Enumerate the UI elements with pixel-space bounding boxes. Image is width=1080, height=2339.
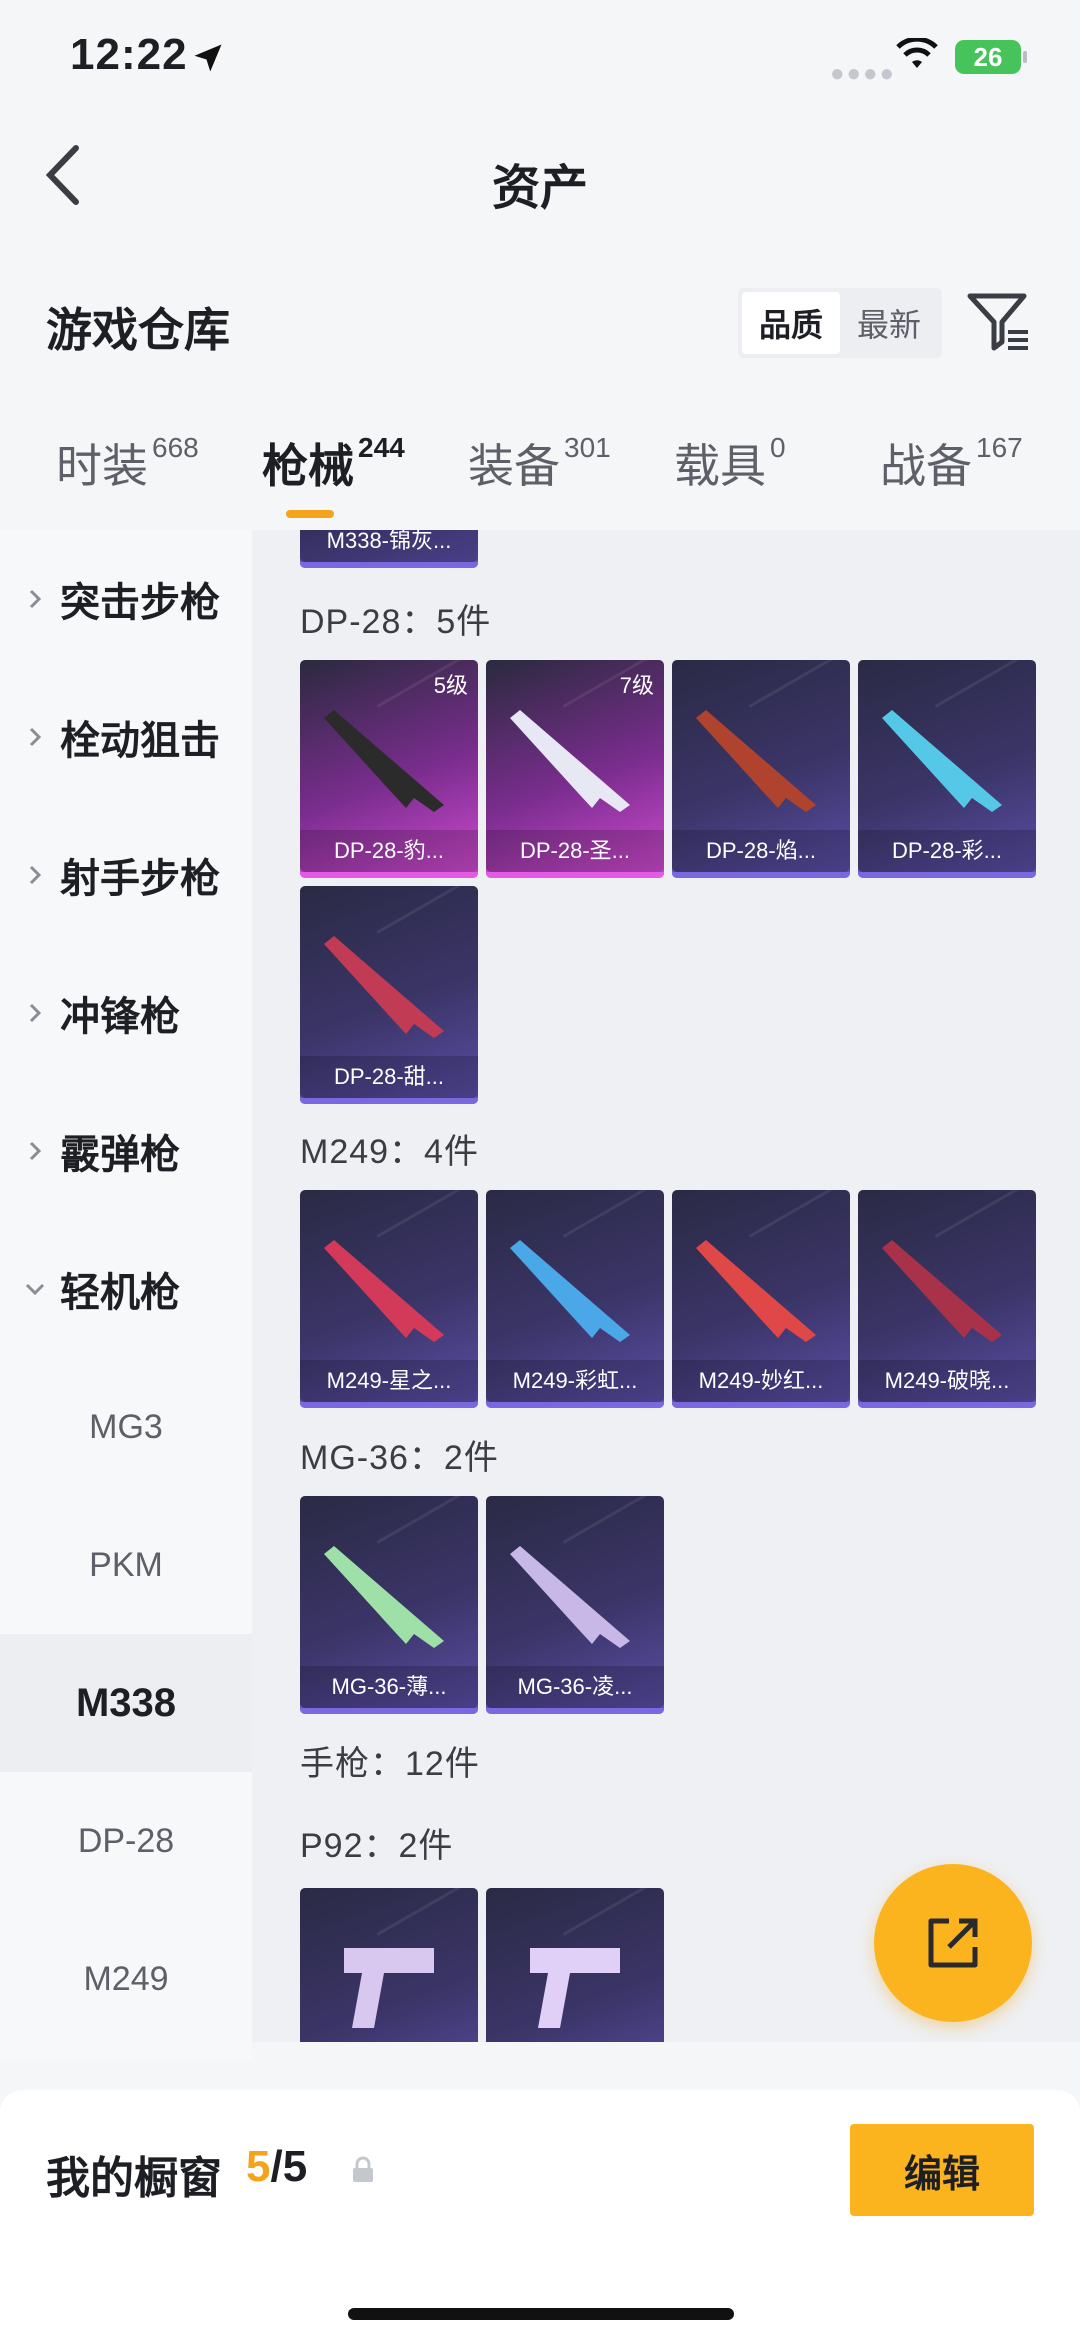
tab-firearms[interactable]: 枪械 244 — [262, 430, 405, 496]
weapon-card[interactable]: MG-36-凌... — [486, 1496, 664, 1714]
share-external-icon — [928, 1918, 978, 1968]
sidebar-item-assault-rifle[interactable]: 突击步枪 — [0, 530, 252, 668]
chevron-down-icon — [25, 1283, 45, 1296]
sidebar-item-smg[interactable]: 冲锋枪 — [0, 944, 252, 1082]
signal-dots-icon: ●●●● — [830, 60, 896, 87]
weapon-image — [510, 1546, 630, 1648]
sidebar-subitem-mg3[interactable]: MG3 — [0, 1358, 252, 1496]
group-label: 手枪：12件 — [300, 1745, 480, 1783]
tab-equipment[interactable]: 装备 301 — [468, 430, 611, 496]
weapon-image — [530, 1948, 620, 2028]
weapon-level: 7级 — [619, 673, 654, 698]
weapon-card[interactable]: MG-36-薄... — [300, 1496, 478, 1714]
weapon-card-name: MG-36-凌... — [486, 1666, 664, 1708]
tab-vehicles[interactable]: 载具 0 — [674, 430, 786, 496]
sort-latest-button[interactable]: 最新 — [840, 292, 938, 354]
weapon-card[interactable] — [300, 1888, 478, 2042]
showcase-label: 我的橱窗 — [46, 2154, 222, 2203]
battery-indicator: 26 — [955, 40, 1027, 74]
weapon-card[interactable] — [486, 1888, 664, 2042]
weapon-card[interactable]: DP-28-彩... — [858, 660, 1036, 878]
weapon-image — [696, 1240, 816, 1342]
sort-quality-button[interactable]: 品质 — [742, 292, 840, 354]
weapon-card-name: M249-彩虹... — [486, 1360, 664, 1402]
home-indicator — [348, 2308, 734, 2320]
weapon-card[interactable]: M249-妙红... — [672, 1190, 850, 1408]
weapon-card[interactable]: M249-彩虹... — [486, 1190, 664, 1408]
group-label: M249：4件 — [300, 1133, 479, 1171]
sidebar-item-shotgun[interactable]: 霰弹枪 — [0, 1082, 252, 1220]
sidebar-item-marksman-rifle[interactable]: 射手步枪 — [0, 806, 252, 944]
showcase-bar: 我的橱窗 5/5 编辑 — [0, 2090, 1080, 2339]
weapon-card-name: M338-锦灰... — [300, 530, 478, 562]
weapon-image — [882, 710, 1002, 812]
share-button[interactable] — [874, 1864, 1032, 2022]
filter-icon[interactable] — [966, 290, 1030, 352]
chevron-right-icon — [29, 727, 42, 747]
weapon-image — [324, 1240, 444, 1342]
chevron-right-icon — [29, 589, 42, 609]
weapon-image — [882, 1240, 1002, 1342]
weapon-card-name: MG-36-薄... — [300, 1666, 478, 1708]
chevron-right-icon — [29, 1003, 42, 1023]
category-tabs: 时装 668 枪械 244 装备 301 载具 0 战备 167 — [0, 430, 1080, 530]
weapon-card-name: DP-28-焰... — [672, 830, 850, 872]
weapon-image — [510, 1240, 630, 1342]
weapon-image — [696, 710, 816, 812]
weapon-card-name: DP-28-圣... — [486, 830, 664, 872]
weapon-card-name: M249-星之... — [300, 1360, 478, 1402]
sidebar-subitem-m249[interactable]: M249 — [0, 1910, 252, 2048]
location-arrow-icon — [194, 44, 222, 72]
weapon-card[interactable]: M249-破晓... — [858, 1190, 1036, 1408]
section-title: 游戏仓库 — [46, 304, 230, 356]
weapon-card[interactable]: M338-锦灰... — [300, 530, 478, 568]
sidebar-subitem-pkm[interactable]: PKM — [0, 1496, 252, 1634]
page-title: 资产 — [491, 162, 588, 215]
showcase-count: 5/5 — [246, 2142, 308, 2191]
chevron-right-icon — [29, 865, 42, 885]
weapon-card[interactable]: DP-28-焰... — [672, 660, 850, 878]
weapon-card[interactable]: 5级 DP-28-豹... — [300, 660, 478, 878]
weapon-card[interactable]: DP-28-甜... — [300, 886, 478, 1104]
weapon-card-name: DP-28-豹... — [300, 830, 478, 872]
category-sidebar: 突击步枪 栓动狙击 射手步枪 冲锋枪 霰弹枪 轻机枪 MG3 PKM M338 … — [0, 530, 252, 2060]
active-tab-indicator — [286, 510, 334, 518]
weapon-card-name: DP-28-甜... — [300, 1056, 478, 1098]
weapon-image — [324, 1546, 444, 1648]
group-label: P92：2件 — [300, 1827, 454, 1865]
group-label: DP-28：5件 — [300, 603, 492, 641]
weapon-card[interactable]: 7级 DP-28-圣... — [486, 660, 664, 878]
sidebar-subitem-dp28[interactable]: DP-28 — [0, 1772, 252, 1910]
weapon-card-name: DP-28-彩... — [858, 830, 1036, 872]
weapon-card-name: M249-妙红... — [672, 1360, 850, 1402]
weapon-card-name: M249-破晓... — [858, 1360, 1036, 1402]
weapon-image — [510, 710, 630, 812]
weapon-image — [324, 936, 444, 1038]
weapon-image — [324, 710, 444, 812]
weapon-grid: M338-锦灰... DP-28：5件 5级 DP-28-豹... 7级 DP-… — [252, 530, 1080, 2042]
edit-button[interactable]: 编辑 — [850, 2124, 1034, 2216]
weapon-level: 5级 — [433, 673, 468, 698]
chevron-right-icon — [29, 1141, 42, 1161]
weapon-image — [344, 1948, 434, 2028]
weapon-card[interactable]: M249-星之... — [300, 1190, 478, 1408]
group-label: MG-36：2件 — [300, 1439, 499, 1477]
tab-fashion[interactable]: 时装 668 — [56, 430, 199, 496]
sidebar-item-lmg[interactable]: 轻机枪 — [0, 1220, 252, 1358]
sidebar-subitem-m338[interactable]: M338 — [0, 1634, 252, 1772]
status-bar: 12:22 ●●●● 26 — [0, 0, 1080, 120]
tab-gear[interactable]: 战备 167 — [880, 430, 1023, 496]
lock-icon — [353, 2156, 373, 2182]
sidebar-item-bolt-sniper[interactable]: 栓动狙击 — [0, 668, 252, 806]
status-time: 12:22 — [70, 30, 188, 79]
wifi-icon — [896, 38, 938, 68]
sort-toggle: 品质 最新 — [738, 288, 942, 358]
